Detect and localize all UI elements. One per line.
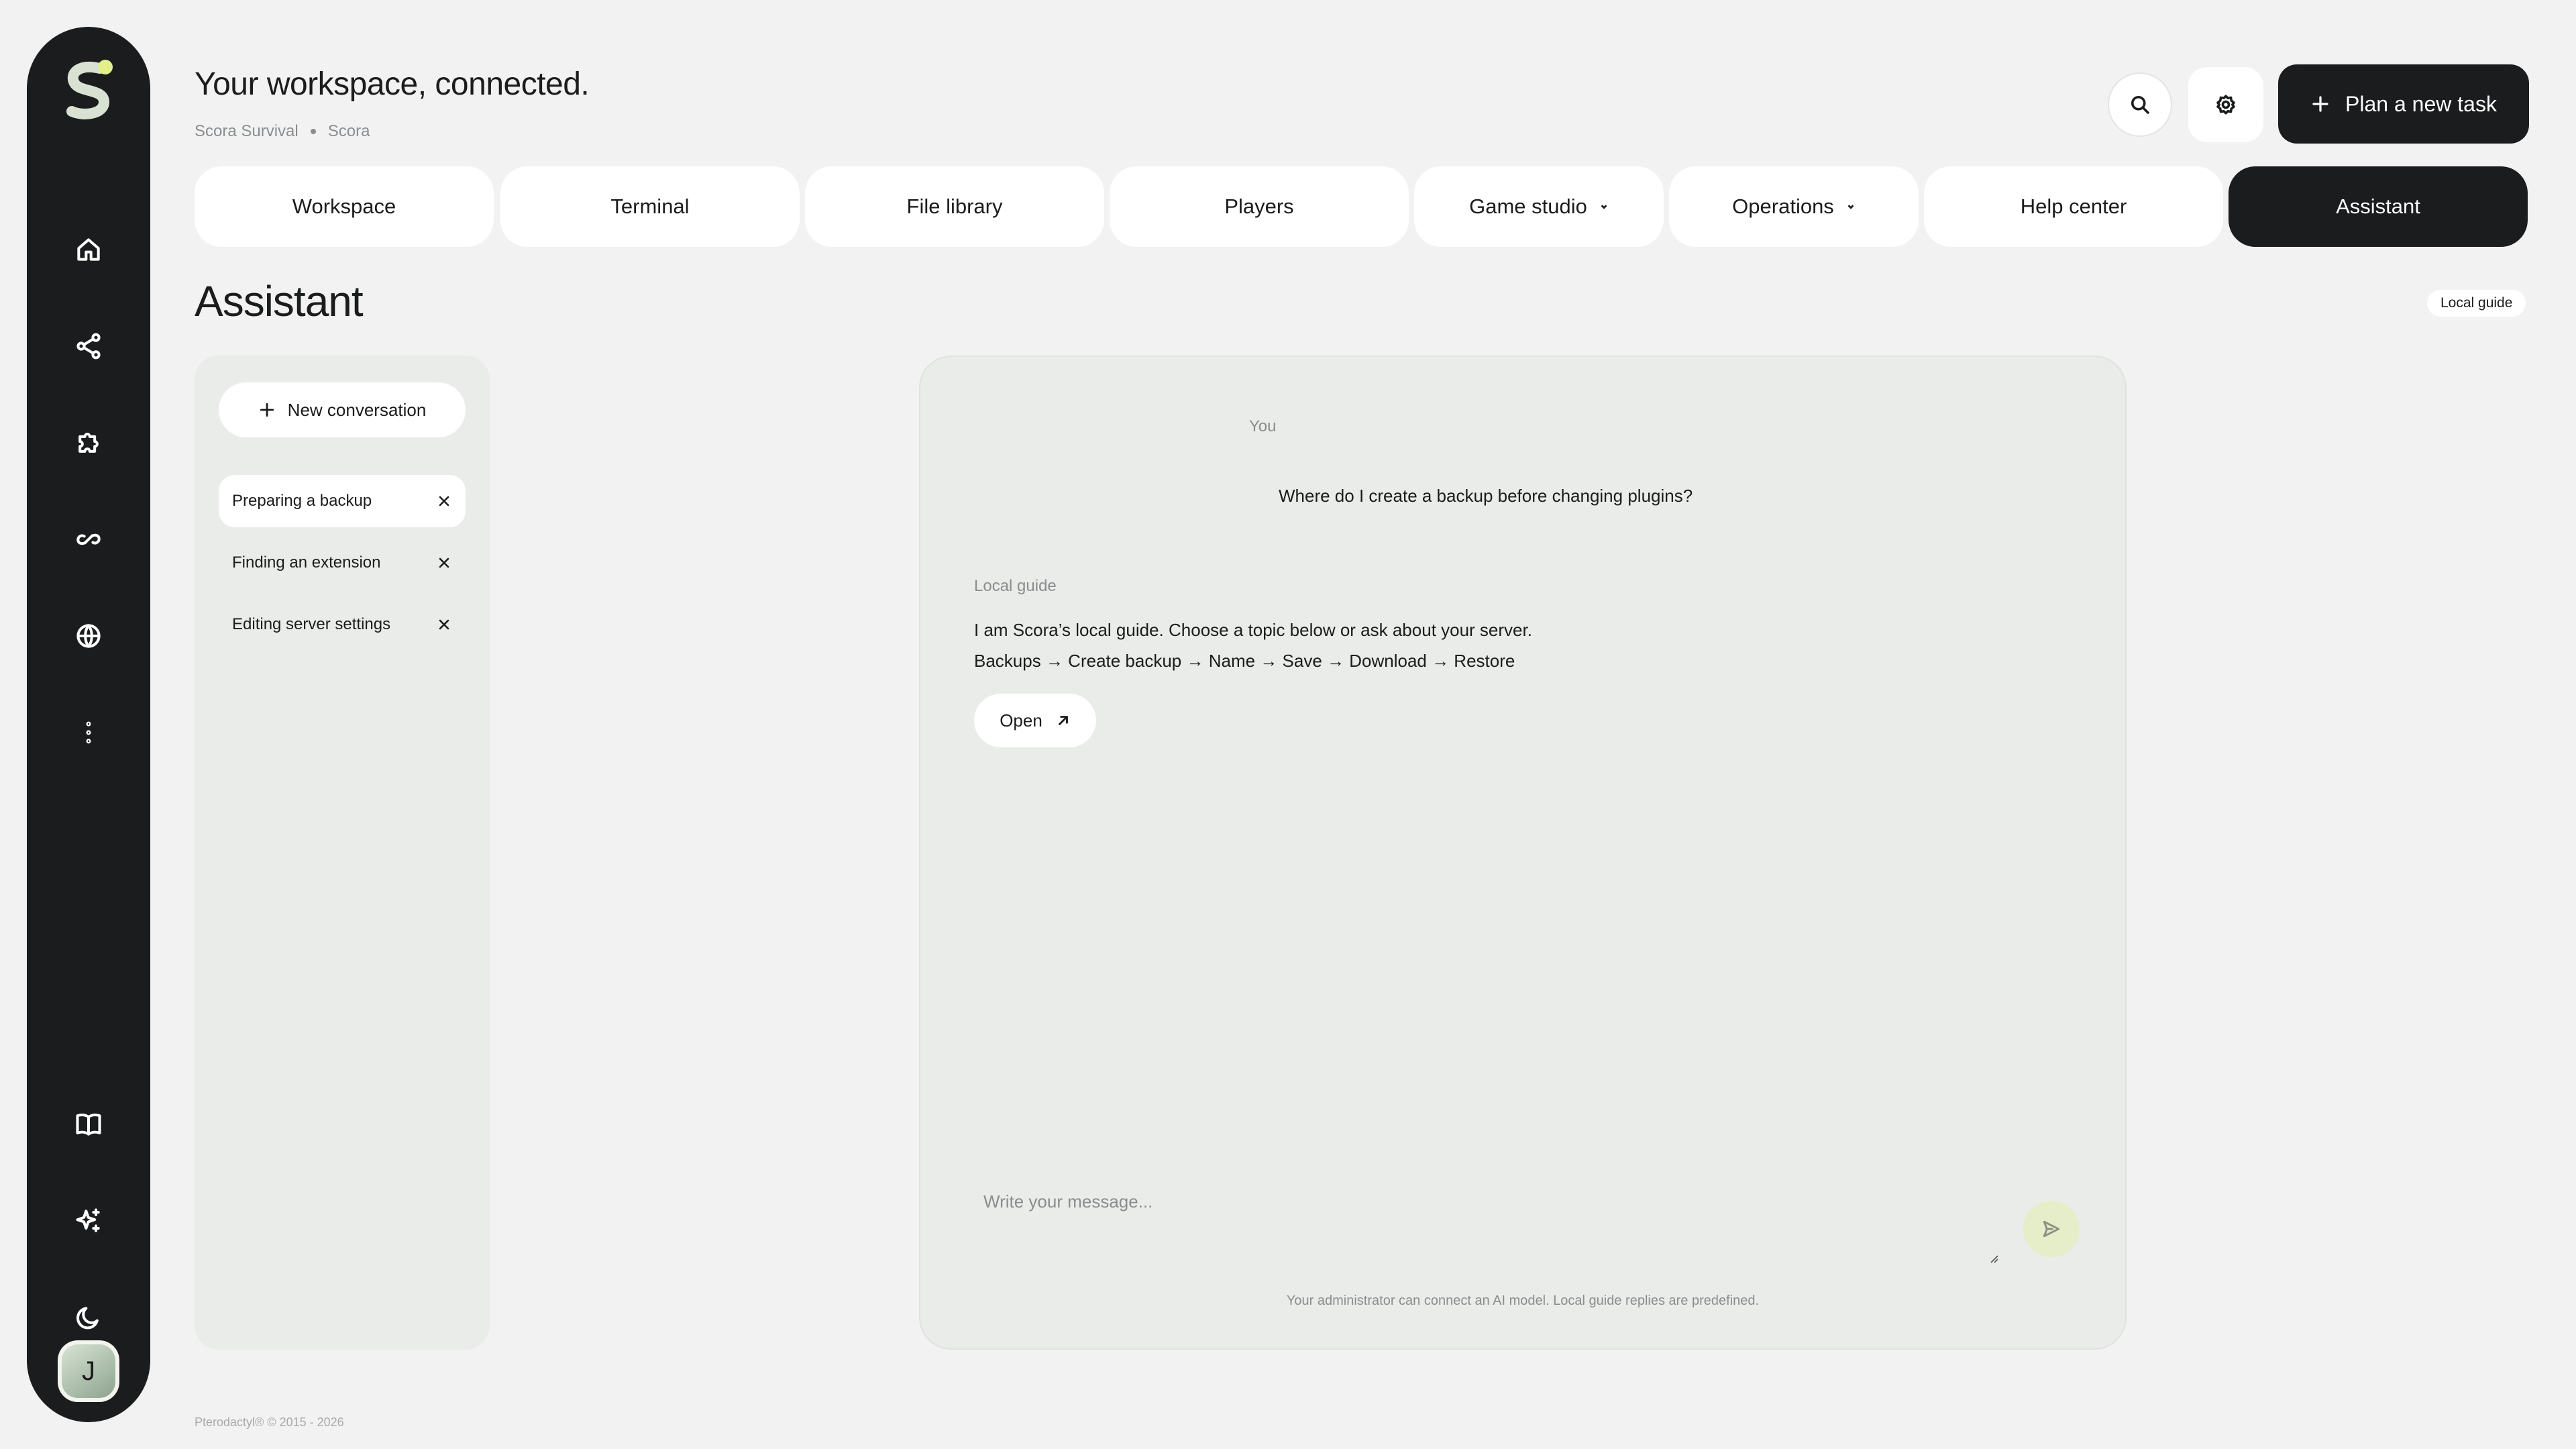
close-icon[interactable]	[437, 494, 451, 508]
links-button[interactable]	[56, 507, 121, 572]
home-icon	[77, 238, 100, 261]
moon-icon	[76, 1307, 99, 1330]
assistant-message-label: Local guide	[974, 577, 1057, 595]
network-button[interactable]	[56, 604, 121, 668]
open-label: Open	[1000, 710, 1042, 731]
conversation-item[interactable]: Editing server settings	[219, 598, 466, 651]
sidebar-rail: J	[27, 27, 150, 1422]
link-icon	[76, 533, 101, 545]
send-button[interactable]	[2023, 1201, 2080, 1257]
ai-button[interactable]	[56, 1189, 121, 1253]
user-message: Where do I create a backup before changi…	[1279, 486, 1693, 506]
docs-button[interactable]	[56, 1092, 121, 1157]
send-icon	[2043, 1220, 2060, 1238]
share-button[interactable]	[56, 314, 121, 378]
plan-new-task-label: Plan a new task	[2345, 91, 2497, 116]
tab-label: Help center	[2020, 195, 2127, 218]
tab-help-center[interactable]: Help center	[1924, 166, 2223, 247]
avatar-initial: J	[62, 1344, 115, 1398]
conversation-title: Preparing a backup	[232, 492, 372, 510]
share-icon	[76, 333, 101, 360]
breadcrumb: Scora Survival Scora	[195, 122, 370, 141]
search-icon	[2131, 95, 2149, 114]
page-title: Assistant	[195, 277, 364, 325]
close-icon[interactable]	[437, 556, 451, 570]
tab-label: File library	[906, 195, 1003, 218]
logo-icon	[66, 60, 113, 119]
external-link-icon	[1058, 716, 1068, 725]
tab-terminal[interactable]: Terminal	[500, 166, 800, 247]
puzzle-icon	[78, 433, 99, 453]
tab-operations[interactable]: Operations	[1669, 166, 1919, 247]
tab-label: Terminal	[610, 195, 690, 218]
assistant-message-steps: Backups → Create backup → Name → Save → …	[974, 651, 1515, 671]
sparkles-icon	[76, 1208, 100, 1232]
extensions-button[interactable]	[56, 411, 121, 475]
open-backups-button[interactable]: Open	[974, 694, 1096, 747]
assistant-message-line: I am Scora’s local guide. Choose a topic…	[974, 620, 1532, 640]
breadcrumb-server[interactable]: Scora Survival	[195, 122, 299, 141]
more-button[interactable]	[56, 700, 121, 765]
local-guide-badge: Local guide	[2427, 290, 2526, 317]
tab-label: Game studio	[1469, 195, 1587, 218]
tab-workspace[interactable]: Workspace	[195, 166, 494, 247]
breadcrumb-separator	[310, 129, 316, 134]
conversation-title: Editing server settings	[232, 615, 391, 633]
new-conversation-button[interactable]: New conversation	[219, 382, 466, 437]
message-input[interactable]	[974, 1179, 1998, 1263]
plan-new-task-button[interactable]: Plan a new task	[2278, 64, 2529, 144]
gear-icon	[2216, 95, 2235, 115]
chat-panel: You Where do I create a backup before ch…	[919, 356, 2127, 1350]
tab-label: Workspace	[292, 195, 396, 218]
globe-icon	[76, 624, 101, 648]
more-vertical-icon	[86, 721, 91, 744]
tab-game-studio[interactable]: Game studio	[1414, 166, 1664, 247]
tab-label: Operations	[1732, 195, 1834, 218]
conversation-item[interactable]: Finding an extension	[219, 537, 466, 589]
tab-file-library[interactable]: File library	[805, 166, 1104, 247]
tab-assistant[interactable]: Assistant	[2229, 166, 2528, 247]
search-button[interactable]	[2108, 72, 2172, 137]
tab-label: Assistant	[2336, 195, 2420, 218]
conversation-title: Finding an extension	[232, 553, 381, 572]
close-icon[interactable]	[437, 618, 451, 631]
chevron-down-icon	[1847, 205, 1854, 209]
tab-players[interactable]: Players	[1110, 166, 1409, 247]
user-message-label: You	[1249, 417, 1277, 435]
chevron-down-icon	[1601, 205, 1607, 209]
user-avatar[interactable]: J	[58, 1340, 119, 1402]
plus-icon	[2312, 96, 2328, 112]
ai-disclaimer: Your administrator can connect an AI mod…	[1286, 1293, 1760, 1308]
conversation-item[interactable]: Preparing a backup	[219, 475, 466, 527]
home-button[interactable]	[56, 217, 121, 282]
tab-label: Players	[1224, 195, 1294, 218]
book-icon	[76, 1113, 101, 1136]
settings-button[interactable]	[2187, 66, 2265, 144]
breadcrumb-workspace[interactable]: Scora	[328, 122, 370, 141]
conversation-list-panel: New conversation Preparing a backup Find…	[195, 356, 490, 1350]
workspace-title: Your workspace, connected.	[195, 66, 590, 102]
plus-icon	[260, 402, 274, 417]
new-conversation-label: New conversation	[287, 399, 427, 420]
scora-logo[interactable]	[52, 54, 125, 127]
footer-copyright: Pterodactyl® © 2015 - 2026	[195, 1415, 344, 1429]
resize-handle[interactable]	[1988, 1253, 1999, 1264]
